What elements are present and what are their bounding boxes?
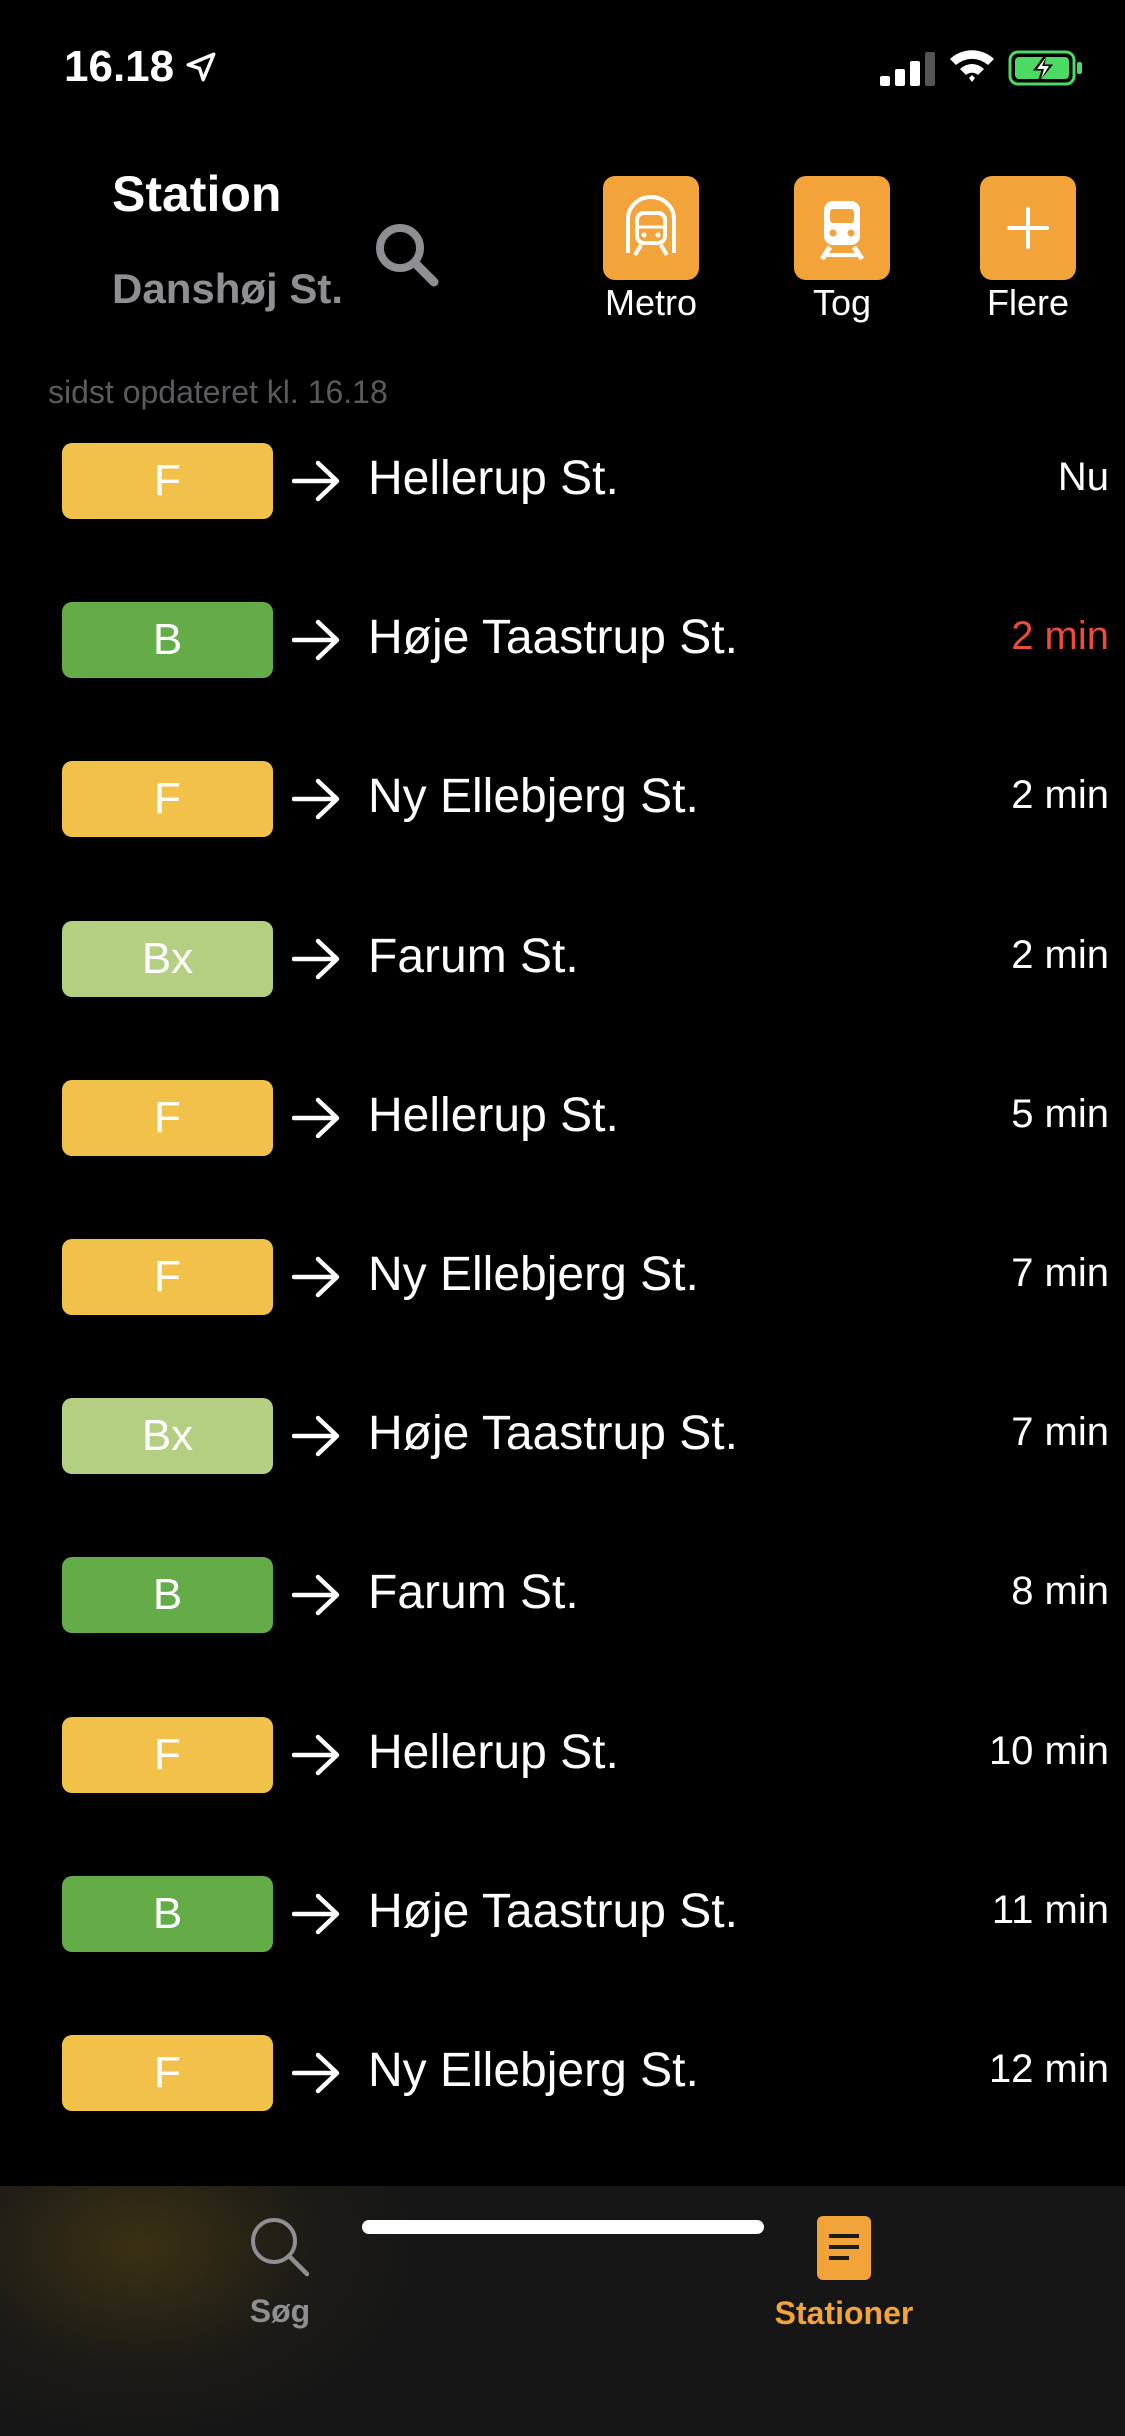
train-button[interactable] xyxy=(794,176,890,280)
destination-label: Høje Taastrup St. xyxy=(368,1407,738,1461)
line-badge: F xyxy=(62,443,273,519)
last-updated-text: sidst opdateret kl. 16.18 xyxy=(48,374,388,410)
departure-row[interactable]: F Hellerup St. 10 min xyxy=(0,1695,1125,1815)
search-icon xyxy=(251,2218,310,2277)
departure-time: 2 min xyxy=(1011,773,1109,818)
departure-row[interactable]: F Hellerup St. Nu xyxy=(0,421,1125,541)
arrow-right-icon xyxy=(292,938,340,979)
departure-time: 5 min xyxy=(1011,1091,1109,1136)
line-badge: F xyxy=(62,1716,273,1793)
metro-label[interactable]: Metro xyxy=(571,282,731,324)
destination-label: Ny Ellebjerg St. xyxy=(368,770,699,824)
cellular-signal-icon xyxy=(880,52,935,86)
line-badge: Bx xyxy=(62,920,273,997)
destination-label: Hellerup St. xyxy=(368,1088,619,1142)
home-indicator xyxy=(362,2220,764,2234)
document-icon xyxy=(817,2216,871,2280)
line-badge: F xyxy=(62,1239,273,1315)
departure-time: 2 min xyxy=(1011,932,1109,977)
departure-row[interactable]: F Ny Ellebjerg St. 7 min xyxy=(0,1217,1125,1337)
departure-time: 8 min xyxy=(1011,1569,1109,1614)
departure-time: Nu xyxy=(1057,455,1109,499)
metro-button[interactable] xyxy=(603,176,699,280)
departure-time: 11 min xyxy=(991,1887,1109,1932)
plus-icon xyxy=(1007,207,1049,249)
status-time: 16.18 xyxy=(64,42,175,91)
line-badge: F xyxy=(62,761,273,838)
metro-icon xyxy=(626,195,676,257)
line-badge: B xyxy=(62,1875,273,1952)
arrow-right-icon xyxy=(292,2052,340,2094)
destination-label: Hellerup St. xyxy=(368,452,619,505)
departure-row[interactable]: B Farum St. 8 min xyxy=(0,1535,1125,1655)
arrow-right-icon xyxy=(292,1097,340,1139)
departure-row[interactable]: Bx Farum St. 2 min xyxy=(0,899,1125,1019)
status-bar: 16.18 xyxy=(0,0,1125,130)
page-title: Station xyxy=(112,166,282,222)
arrow-right-icon xyxy=(292,1893,340,1935)
station-name[interactable]: Danshøj St. xyxy=(112,265,343,313)
tab-stations-label: Stationer xyxy=(774,2295,914,2331)
line-badge: B xyxy=(62,602,273,679)
arrow-right-icon xyxy=(292,460,340,502)
departure-row[interactable]: F Ny Ellebjerg St. 12 min xyxy=(0,2013,1125,2133)
arrow-right-icon xyxy=(292,619,340,661)
departure-time: 10 min xyxy=(988,1728,1109,1773)
destination-label: Høje Taastrup St. xyxy=(368,1884,738,1938)
departure-row[interactable]: Bx Høje Taastrup St. 7 min xyxy=(0,1376,1125,1496)
departure-time: 7 min xyxy=(1011,1251,1109,1295)
search-icon[interactable] xyxy=(372,220,442,290)
train-icon xyxy=(819,201,865,261)
destination-label: Hellerup St. xyxy=(368,1725,619,1779)
departure-row[interactable]: F Hellerup St. 5 min xyxy=(0,1058,1125,1178)
departure-row[interactable]: F Ny Ellebjerg St. 2 min xyxy=(0,739,1125,859)
destination-label: Farum St. xyxy=(368,1566,579,1620)
battery-charging-icon xyxy=(1008,50,1082,86)
wifi-icon xyxy=(950,50,994,82)
destination-label: Høje Taastrup St. xyxy=(368,611,738,665)
destination-label: Ny Ellebjerg St. xyxy=(368,1248,699,1301)
more-label[interactable]: Flere xyxy=(948,282,1108,324)
line-badge: F xyxy=(62,1079,273,1156)
arrow-right-icon xyxy=(292,1734,340,1775)
line-badge: Bx xyxy=(62,1398,273,1475)
departure-row[interactable]: B Høje Taastrup St. 2 min xyxy=(0,580,1125,700)
arrow-right-icon xyxy=(292,1256,340,1298)
departure-time: 7 min xyxy=(1011,1410,1109,1455)
departure-time: 12 min xyxy=(988,2047,1109,2091)
arrow-right-icon xyxy=(292,779,340,820)
line-badge: B xyxy=(62,1557,273,1634)
arrow-right-icon xyxy=(292,1575,340,1616)
tab-search-label: Søg xyxy=(249,2293,311,2329)
train-label[interactable]: Tog xyxy=(762,282,922,324)
departure-time: 2 min xyxy=(1011,614,1109,659)
destination-label: Farum St. xyxy=(368,929,579,983)
destination-label: Ny Ellebjerg St. xyxy=(368,2044,699,2097)
more-button[interactable] xyxy=(980,176,1076,280)
departure-row[interactable]: B Høje Taastrup St. 11 min xyxy=(0,1854,1125,1974)
location-arrow-icon xyxy=(186,52,216,82)
arrow-right-icon xyxy=(292,1415,340,1457)
line-badge: F xyxy=(62,2035,273,2111)
